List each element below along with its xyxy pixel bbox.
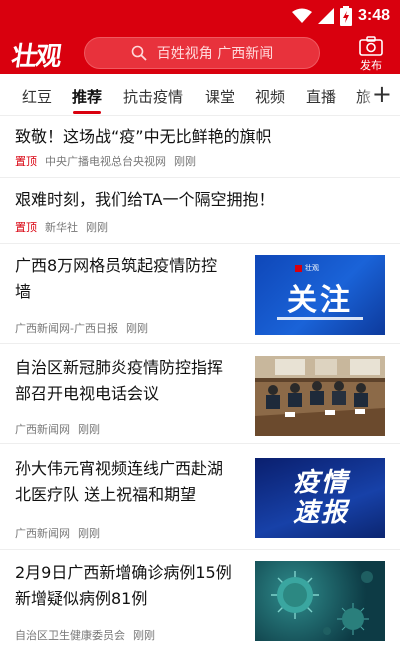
publish-button[interactable]: 发布: [356, 36, 386, 73]
news-thumbnail: 疫情 速报: [255, 458, 385, 538]
add-channel-button[interactable]: +: [372, 82, 392, 106]
news-source: 新华社: [45, 221, 78, 234]
thumbnail-badge: 壮观: [305, 264, 319, 272]
news-title: 致敬！这场战“疫”中无比鲜艳的旗帜: [15, 127, 272, 146]
channel-tabs: 红豆 推荐 抗击疫情 课堂 视频 直播 旅 +: [0, 74, 400, 116]
battery-icon: [339, 6, 352, 26]
thumbnail-text: 关注: [287, 283, 353, 318]
news-source: 中央广播电视总台央视网: [45, 155, 166, 168]
status-bar: 3:48: [0, 0, 400, 32]
thumbnail-underline: [277, 317, 363, 320]
news-item-4[interactable]: 自治区新冠肺炎疫情防控指挥 部召开电视电话会议 广西新闻网 刚刚: [0, 344, 400, 444]
news-meta: 广西新闻网 刚刚: [15, 421, 100, 437]
news-item-5[interactable]: 孙大伟元宵视频连线广西赴湖 北医疗队 送上祝福和期望 广西新闻网 刚刚 疫情 速…: [0, 444, 400, 550]
tab-hongdou[interactable]: 红豆: [22, 86, 52, 107]
news-meta: 置顶 新华社 刚刚: [15, 219, 108, 235]
pinned-badge: 置顶: [15, 155, 37, 168]
status-icons: 3:48: [291, 6, 390, 26]
news-source: 广西新闻网: [15, 527, 70, 540]
wifi-icon: [291, 8, 312, 23]
news-title-line-1: 自治区新冠肺炎疫情防控指挥: [15, 358, 224, 377]
tab-live[interactable]: 直播: [306, 86, 336, 107]
news-title-line-2: 墙: [15, 282, 32, 301]
virus-image: [271, 571, 373, 635]
publish-label: 发布: [360, 59, 382, 72]
news-title: 广西8万网格员筑起疫情防控 墙: [15, 253, 217, 305]
active-tab-indicator: [73, 111, 101, 114]
tab-recommended[interactable]: 推荐: [72, 86, 102, 107]
camera-icon: [359, 36, 383, 56]
news-title: 自治区新冠肺炎疫情防控指挥 部召开电视电话会议: [15, 355, 223, 407]
news-item-1[interactable]: 致敬！这场战“疫”中无比鲜艳的旗帜 置顶 中央广播电视总台央视网 刚刚: [0, 116, 400, 178]
search-icon: [131, 45, 147, 61]
news-time: 刚刚: [133, 629, 155, 642]
news-item-6[interactable]: 2月9日广西新增确诊病例15例 新增疑似病例81例 自治区卫生健康委员会 刚刚: [0, 550, 400, 661]
news-title: 孙大伟元宵视频连线广西赴湖 北医疗队 送上祝福和期望: [15, 456, 223, 508]
tab-fight-epidemic[interactable]: 抗击疫情: [123, 86, 183, 107]
news-source: 广西新闻网-广西日报: [15, 322, 118, 335]
news-title-line-1: 孙大伟元宵视频连线广西赴湖: [15, 459, 224, 478]
news-title-line-2: 北医疗队 送上祝福和期望: [15, 485, 197, 504]
tab-video[interactable]: 视频: [255, 86, 285, 107]
app-bar: 壮观 百姓视角 广西新闻 发布: [0, 32, 400, 74]
news-item-2[interactable]: 艰难时刻，我们给TA一个隔空拥抱！ 置顶 新华社 刚刚: [0, 178, 400, 244]
news-meta: 置顶 中央广播电视总台央视网 刚刚: [15, 153, 196, 169]
news-thumbnail: 壮观 关注: [255, 255, 385, 335]
news-title-line-2: 新增疑似病例81例: [15, 589, 148, 608]
news-item-3[interactable]: 广西8万网格员筑起疫情防控 墙 广西新闻网-广西日报 刚刚 壮观 关注: [0, 244, 400, 344]
cellular-signal-icon: [317, 8, 334, 24]
news-meta: 自治区卫生健康委员会 刚刚: [15, 627, 155, 643]
search-bar[interactable]: 百姓视角 广西新闻: [84, 37, 320, 69]
news-title-line-1: 2月9日广西新增确诊病例15例: [15, 563, 232, 582]
search-placeholder: 百姓视角 广西新闻: [156, 46, 274, 62]
thumbnail-text-line-1: 疫情: [293, 468, 350, 498]
news-source: 自治区卫生健康委员会: [15, 629, 125, 642]
thumbnail-text-line-2: 速报: [293, 498, 350, 528]
news-source: 广西新闻网: [15, 423, 70, 436]
news-time: 刚刚: [125, 322, 148, 335]
news-time: 刚刚: [78, 423, 100, 436]
news-meta: 广西新闻网 刚刚: [15, 525, 100, 541]
app-logo[interactable]: 壮观: [9, 36, 62, 73]
source-logo-mark: [295, 264, 302, 272]
thumbnail-text: 疫情 速报: [293, 468, 349, 528]
news-thumbnail: [255, 356, 385, 436]
news-title-line-2: 部召开电视电话会议: [15, 384, 160, 403]
news-time: 刚刚: [78, 527, 100, 540]
news-title: 2月9日广西新增确诊病例15例 新增疑似病例81例: [15, 560, 232, 612]
news-meta: 广西新闻网-广西日报 刚刚: [15, 320, 148, 336]
news-time: 刚刚: [86, 221, 108, 234]
meeting-photo: [255, 356, 385, 436]
pinned-badge: 置顶: [15, 221, 37, 234]
news-thumbnail: [255, 561, 385, 641]
status-time: 3:48: [357, 7, 390, 24]
tab-classroom[interactable]: 课堂: [205, 86, 235, 107]
news-time: 刚刚: [174, 155, 196, 168]
news-title: 艰难时刻，我们给TA一个隔空拥抱！: [15, 190, 275, 209]
news-title-line-1: 广西8万网格员筑起疫情防控: [15, 256, 218, 275]
